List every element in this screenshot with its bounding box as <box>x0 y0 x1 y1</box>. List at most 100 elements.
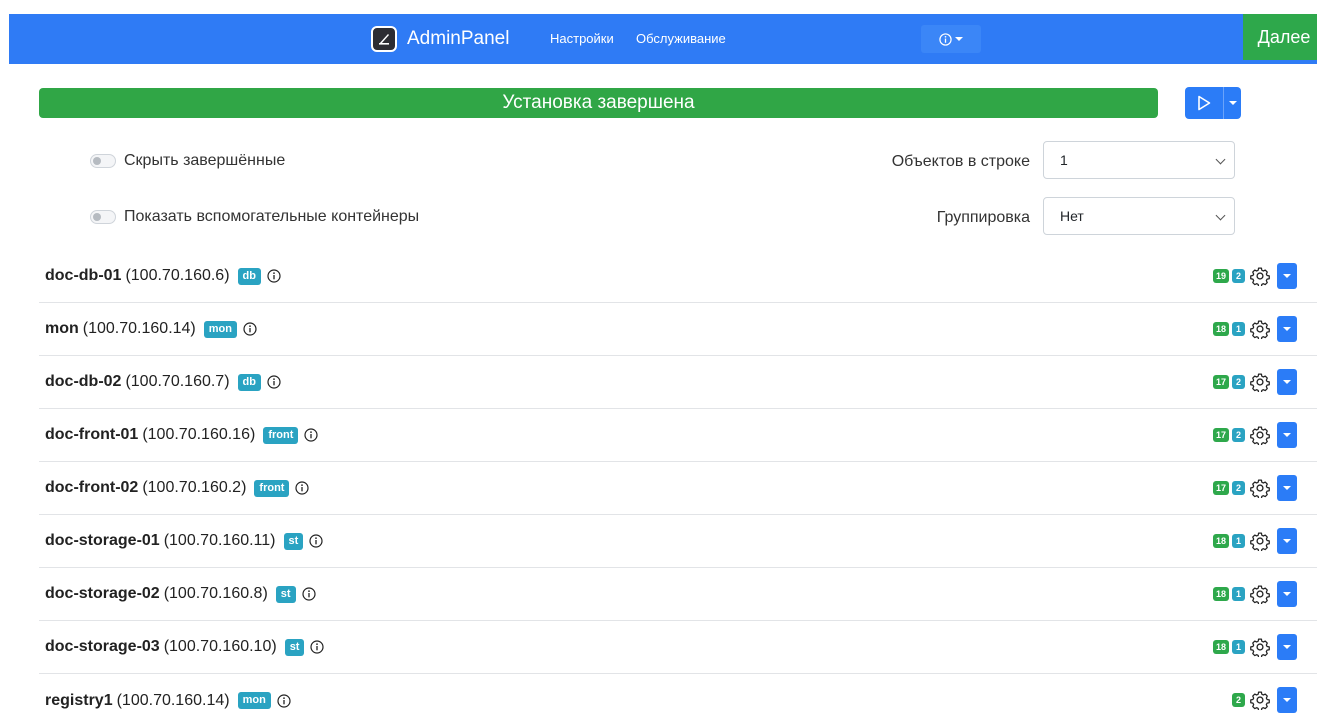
ok-count-badge: 2 <box>1232 693 1245 707</box>
ok-count-badge: 18 <box>1212 322 1229 336</box>
host-row[interactable]: doc-front-01 (100.70.160.16) front 17 2 <box>39 409 1317 462</box>
page: AdminPanel Настройки Обслуживание Далее … <box>0 0 1317 718</box>
host-row[interactable]: registry1 (100.70.160.14) mon 2 <box>39 674 1317 718</box>
chevron-down-icon <box>1283 274 1291 278</box>
host-tag-badge: mon <box>203 320 237 338</box>
ok-count-badge: 18 <box>1212 640 1229 654</box>
gear-icon[interactable] <box>1250 372 1270 392</box>
host-name[interactable]: registry1 <box>45 692 113 710</box>
gear-icon[interactable] <box>1250 584 1270 604</box>
gear-icon[interactable] <box>1250 690 1270 710</box>
row-dropdown-button[interactable] <box>1277 263 1297 289</box>
host-tag-badge: st <box>275 585 296 603</box>
row-dropdown-button[interactable] <box>1277 475 1297 501</box>
info-icon[interactable] <box>310 640 325 654</box>
row-actions: 17 2 <box>1212 422 1297 448</box>
info-icon[interactable] <box>267 269 281 283</box>
host-name[interactable]: doc-db-02 <box>45 373 121 391</box>
row-dropdown-button[interactable] <box>1277 316 1297 342</box>
host-row[interactable]: mon (100.70.160.14) mon 18 1 <box>39 303 1317 356</box>
info-icon[interactable] <box>267 375 281 389</box>
install-status-bar: Установка завершена <box>39 88 1158 118</box>
next-button[interactable]: Далее <box>1243 14 1317 60</box>
chevron-down-icon <box>1283 698 1291 702</box>
host-name[interactable]: doc-storage-03 <box>45 638 160 656</box>
chevron-down-icon <box>1215 210 1226 221</box>
hide-completed-toggle[interactable]: Скрыть завершённые <box>90 152 285 170</box>
row-actions: 18 1 <box>1212 316 1297 342</box>
chevron-down-icon <box>1283 433 1291 437</box>
info-count-badge: 1 <box>1232 587 1245 601</box>
host-tag-badge: db <box>237 267 261 285</box>
row-dropdown-button[interactable] <box>1277 581 1297 607</box>
ok-count-badge: 17 <box>1212 428 1229 442</box>
info-icon[interactable] <box>309 534 323 548</box>
host-name[interactable]: doc-storage-02 <box>45 585 160 603</box>
host-row[interactable]: doc-front-02 (100.70.160.2) front 17 2 <box>39 462 1317 515</box>
chevron-down-icon <box>1228 101 1237 105</box>
play-button[interactable] <box>1185 87 1223 119</box>
host-list: doc-db-01 (100.70.160.6) db 19 2 mon (100.70.1… <box>39 250 1317 718</box>
gear-icon[interactable] <box>1250 478 1270 498</box>
row-actions: 18 1 <box>1212 581 1297 607</box>
info-icon[interactable] <box>295 481 310 495</box>
host-ip: (100.70.160.2) <box>142 479 247 496</box>
host-name[interactable]: doc-front-02 <box>45 479 138 497</box>
row-dropdown-button[interactable] <box>1277 422 1297 448</box>
toggle-switch[interactable] <box>90 154 116 168</box>
info-dropdown[interactable] <box>921 25 981 53</box>
gear-icon[interactable] <box>1250 425 1270 445</box>
host-ip: (100.70.160.8) <box>163 585 268 602</box>
info-icon[interactable] <box>277 693 291 708</box>
host-ip: (100.70.160.11) <box>163 532 276 549</box>
nav-link-settings[interactable]: Настройки <box>550 31 614 46</box>
row-dropdown-button[interactable] <box>1277 634 1297 660</box>
chevron-down-icon <box>1283 486 1291 490</box>
host-name[interactable]: mon <box>45 320 79 338</box>
row-dropdown-button[interactable] <box>1277 369 1297 395</box>
row-actions: 17 2 <box>1212 475 1297 501</box>
top-navbar: AdminPanel Настройки Обслуживание Далее <box>9 14 1317 64</box>
gear-icon[interactable] <box>1250 531 1270 551</box>
info-count-badge: 1 <box>1232 322 1245 336</box>
gear-icon[interactable] <box>1250 319 1270 339</box>
info-icon[interactable] <box>243 322 257 336</box>
info-icon[interactable] <box>301 587 316 601</box>
row-actions: 18 1 <box>1212 634 1297 660</box>
gear-icon[interactable] <box>1250 637 1270 657</box>
play-dropdown-toggle[interactable] <box>1223 87 1241 119</box>
info-count-badge: 1 <box>1232 534 1245 548</box>
info-icon[interactable] <box>304 428 318 442</box>
grouping-select[interactable]: Нет <box>1043 197 1235 235</box>
row-dropdown-button[interactable] <box>1277 528 1297 554</box>
host-row[interactable]: doc-storage-02 (100.70.160.8) st 18 1 <box>39 568 1317 621</box>
toggle-switch[interactable] <box>90 210 116 224</box>
host-ip: (100.70.160.14) <box>116 691 230 709</box>
host-name[interactable]: doc-front-01 <box>45 426 138 444</box>
show-helpers-toggle[interactable]: Показать вспомогательные контейнеры <box>90 208 419 226</box>
host-name[interactable]: doc-db-01 <box>45 267 121 285</box>
info-count-badge: 2 <box>1232 269 1245 283</box>
host-row[interactable]: doc-storage-01 (100.70.160.11) st 18 1 <box>39 515 1317 568</box>
per-row-select[interactable]: 1 <box>1043 141 1235 179</box>
chevron-down-icon <box>1283 592 1291 596</box>
row-actions: 2 <box>1232 687 1297 713</box>
per-row-label: Объектов в строке <box>891 153 1030 170</box>
brand[interactable]: AdminPanel <box>371 24 509 54</box>
host-tag-badge: front <box>254 479 290 497</box>
nav-link-maintenance[interactable]: Обслуживание <box>636 31 726 46</box>
info-count-badge: 2 <box>1232 428 1245 442</box>
row-dropdown-button[interactable] <box>1277 687 1297 713</box>
info-count-badge: 1 <box>1232 640 1245 654</box>
toggle-label: Показать вспомогательные контейнеры <box>124 208 420 225</box>
host-tag-badge: front <box>263 426 299 444</box>
host-name[interactable]: doc-storage-01 <box>45 532 160 550</box>
host-row[interactable]: doc-storage-03 (100.70.160.10) st 18 1 <box>39 621 1317 674</box>
host-row[interactable]: doc-db-02 (100.70.160.7) db 17 2 <box>39 356 1317 409</box>
gear-icon[interactable] <box>1250 266 1270 286</box>
chevron-down-icon <box>1215 154 1226 165</box>
info-count-badge: 2 <box>1232 375 1245 389</box>
host-tag-badge: mon <box>237 692 271 709</box>
host-ip: (100.70.160.6) <box>125 267 230 284</box>
host-row[interactable]: doc-db-01 (100.70.160.6) db 19 2 <box>39 250 1317 303</box>
